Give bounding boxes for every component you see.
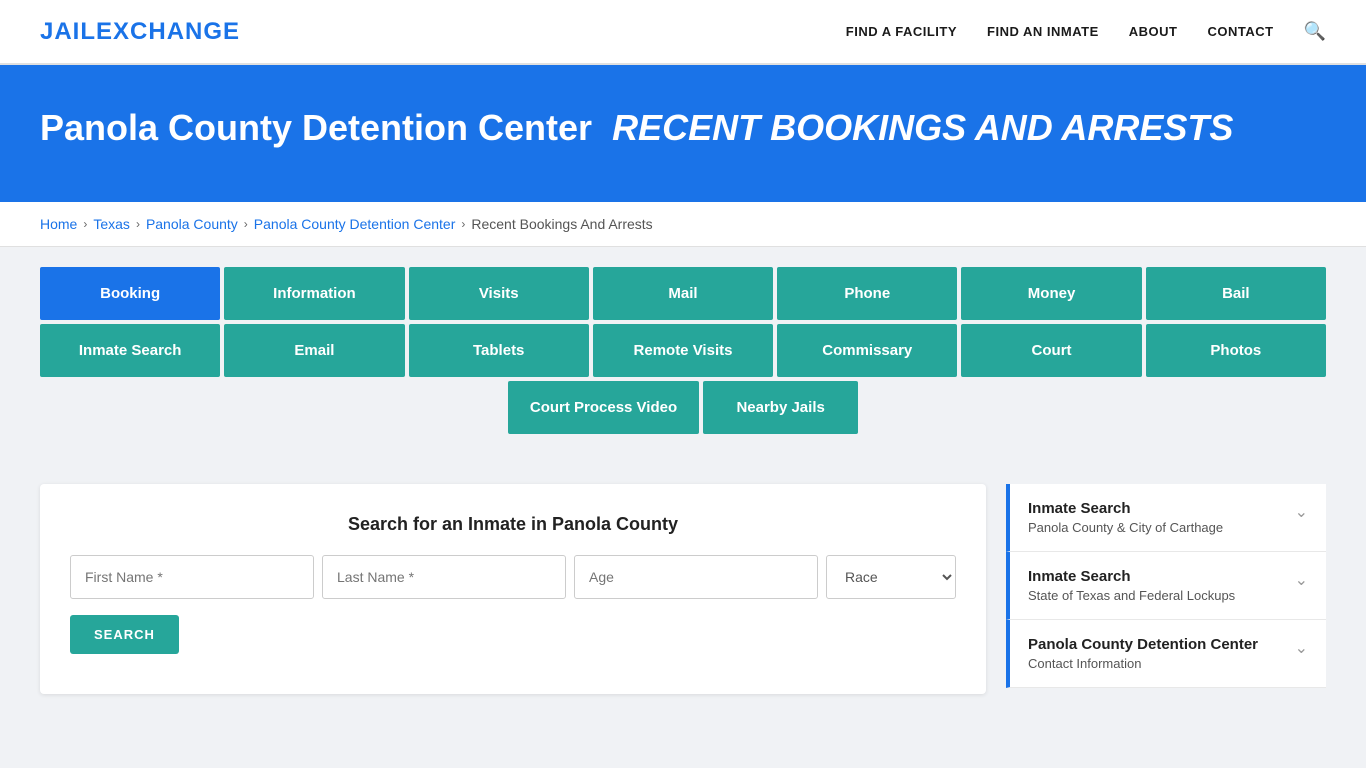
main-nav: FIND A FACILITY FIND AN INMATE ABOUT CON… [846,21,1326,42]
hero-title-main: Panola County Detention Center [40,107,592,148]
breadcrumb-sep-2: › [136,217,140,231]
first-name-input[interactable] [70,555,314,599]
nav-about[interactable]: ABOUT [1129,24,1178,39]
sidebar-item-text-2: Inmate Search State of Texas and Federal… [1028,568,1235,603]
tab-nearby-jails[interactable]: Nearby Jails [703,381,858,434]
tab-photos[interactable]: Photos [1146,324,1326,377]
right-sidebar: Inmate Search Panola County & City of Ca… [1006,484,1326,688]
sidebar-item-texas-federal[interactable]: Inmate Search State of Texas and Federal… [1006,552,1326,620]
breadcrumb-home[interactable]: Home [40,216,77,232]
logo-part2: EXCHANGE [96,18,240,45]
tabs-row-3: Court Process Video Nearby Jails [40,381,1326,434]
tab-information[interactable]: Information [224,267,404,320]
sidebar-item-contact[interactable]: Panola County Detention Center Contact I… [1006,620,1326,688]
sidebar-item-title-1: Inmate Search [1028,500,1223,517]
sidebar-item-text-3: Panola County Detention Center Contact I… [1028,636,1258,671]
breadcrumb-sep-1: › [83,217,87,231]
last-name-input[interactable] [322,555,566,599]
tab-mail[interactable]: Mail [593,267,773,320]
logo[interactable]: JAILEXCHANGE [40,18,240,46]
tab-booking[interactable]: Booking [40,267,220,320]
sidebar-item-sub-1: Panola County & City of Carthage [1028,520,1223,535]
search-inputs-row: Race White Black Hispanic Asian Other [70,555,956,599]
tab-remote-visits[interactable]: Remote Visits [593,324,773,377]
main-content: Search for an Inmate in Panola County Ra… [0,454,1366,724]
tab-court-process-video[interactable]: Court Process Video [508,381,699,434]
tab-money[interactable]: Money [961,267,1141,320]
breadcrumb-current: Recent Bookings And Arrests [471,216,652,232]
hero-title-italic: RECENT BOOKINGS AND ARRESTS [612,107,1233,148]
tab-tablets[interactable]: Tablets [409,324,589,377]
nav-find-inmate[interactable]: FIND AN INMATE [987,24,1099,39]
chevron-down-icon-1: ⌄ [1295,502,1308,522]
sidebar-item-title-3: Panola County Detention Center [1028,636,1258,653]
search-icon-button[interactable]: 🔍 [1304,21,1326,42]
tabs-section: Booking Information Visits Mail Phone Mo… [0,247,1366,454]
age-input[interactable] [574,555,818,599]
tab-court[interactable]: Court [961,324,1141,377]
chevron-down-icon-3: ⌄ [1295,638,1308,658]
hero-title: Panola County Detention Center RECENT BO… [40,105,1326,152]
breadcrumb-detention-center[interactable]: Panola County Detention Center [254,216,456,232]
nav-find-facility[interactable]: FIND A FACILITY [846,24,957,39]
tab-bail[interactable]: Bail [1146,267,1326,320]
sidebar-item-title-2: Inmate Search [1028,568,1235,585]
tab-commissary[interactable]: Commissary [777,324,957,377]
search-title: Search for an Inmate in Panola County [70,514,956,535]
sidebar-item-sub-2: State of Texas and Federal Lockups [1028,588,1235,603]
search-card: Search for an Inmate in Panola County Ra… [40,484,986,694]
tab-email[interactable]: Email [224,324,404,377]
tab-visits[interactable]: Visits [409,267,589,320]
breadcrumb-texas[interactable]: Texas [93,216,130,232]
sidebar-item-sub-3: Contact Information [1028,656,1258,671]
left-column: Search for an Inmate in Panola County Ra… [40,484,986,694]
tabs-row-1: Booking Information Visits Mail Phone Mo… [40,267,1326,320]
sidebar-item-text-1: Inmate Search Panola County & City of Ca… [1028,500,1223,535]
race-select[interactable]: Race White Black Hispanic Asian Other [826,555,956,599]
logo-part1: JAIL [40,18,96,45]
breadcrumb: Home › Texas › Panola County › Panola Co… [0,202,1366,247]
sidebar-item-panola-city[interactable]: Inmate Search Panola County & City of Ca… [1006,484,1326,552]
search-button[interactable]: SEARCH [70,615,179,654]
hero-section: Panola County Detention Center RECENT BO… [0,65,1366,202]
breadcrumb-panola-county[interactable]: Panola County [146,216,238,232]
nav-contact[interactable]: CONTACT [1207,24,1273,39]
header: JAILEXCHANGE FIND A FACILITY FIND AN INM… [0,0,1366,65]
tabs-row-2: Inmate Search Email Tablets Remote Visit… [40,324,1326,377]
tab-inmate-search[interactable]: Inmate Search [40,324,220,377]
breadcrumb-sep-3: › [244,217,248,231]
breadcrumb-sep-4: › [461,217,465,231]
tab-phone[interactable]: Phone [777,267,957,320]
chevron-down-icon-2: ⌄ [1295,570,1308,590]
